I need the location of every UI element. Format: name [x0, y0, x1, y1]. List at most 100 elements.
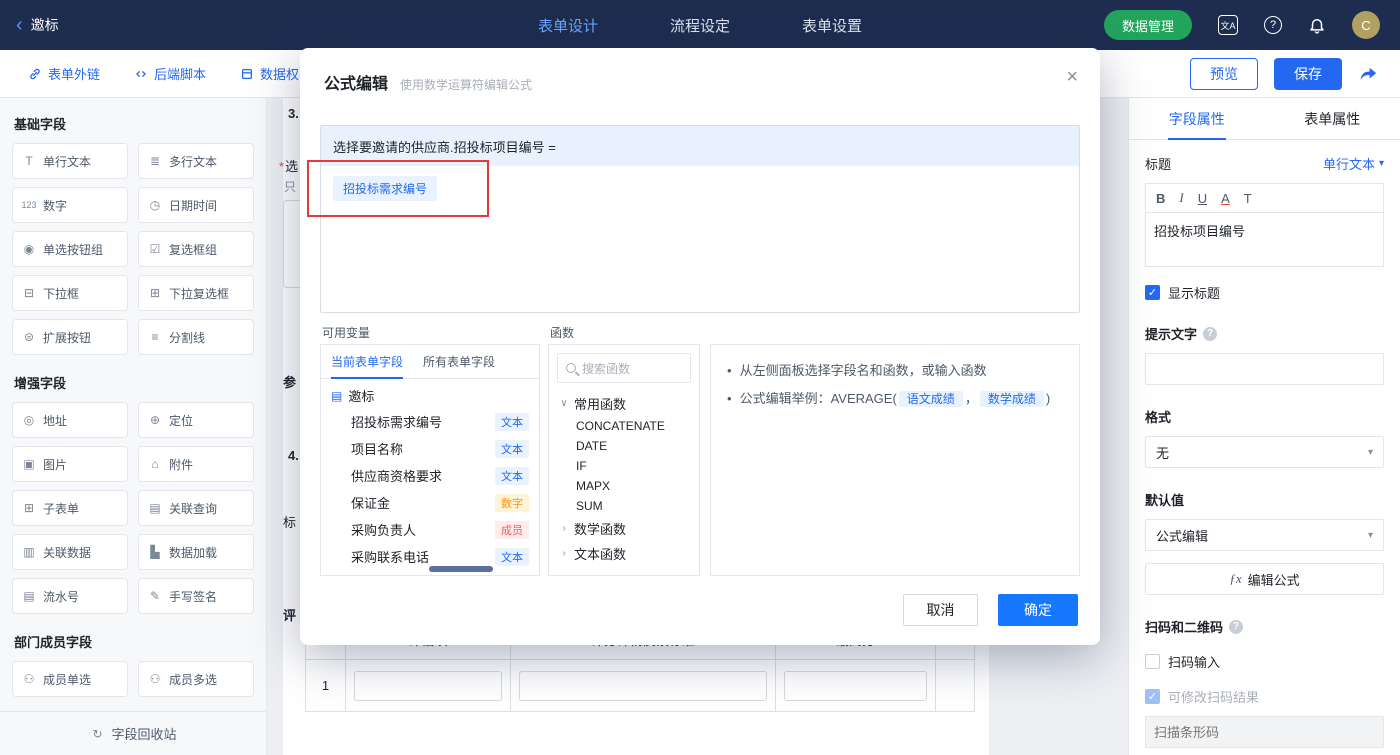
function-search-input[interactable]: 搜索函数 — [557, 353, 691, 383]
field-type-dropdown[interactable]: 单行文本 ▾ — [1323, 154, 1384, 173]
tab-form-design[interactable]: 表单设计 — [538, 15, 598, 36]
font-color-button[interactable]: A — [1221, 191, 1230, 206]
preview-button[interactable]: 预览 — [1190, 57, 1258, 90]
form-name: 邀标 — [30, 17, 59, 33]
field-dropdown-multi[interactable]: ⊞ 下拉复选框 — [138, 275, 254, 311]
scan-barcode-input — [1145, 716, 1384, 748]
field-location[interactable]: ⊕ 定位 — [138, 402, 254, 438]
field-checkbox-group[interactable]: ☑ 复选框组 — [138, 231, 254, 267]
function-group-text[interactable]: › 文本函数 — [549, 541, 699, 566]
canvas-fragment: *选 — [279, 159, 299, 174]
canvas-fragment: 只 — [284, 180, 297, 194]
function-item[interactable]: CONCATENATE — [549, 416, 699, 436]
italic-button[interactable]: I — [1179, 190, 1183, 206]
format-select[interactable]: 无 ▾ — [1145, 436, 1384, 468]
image-icon: ▣ — [23, 457, 35, 471]
data-manage-button[interactable]: 数据管理 — [1103, 10, 1192, 40]
tab-current-form-fields[interactable]: 当前表单字段 — [321, 345, 413, 379]
horizontal-scrollbar[interactable] — [429, 566, 493, 572]
variable-item[interactable]: 保证金 数字 — [321, 489, 539, 516]
field-linked-data[interactable]: ▥ 关联数据 — [12, 534, 128, 570]
field-attachment[interactable]: ⌂ 附件 — [138, 446, 254, 482]
variable-item[interactable]: 供应商资格要求 文本 — [321, 462, 539, 489]
close-icon[interactable]: × — [1066, 66, 1078, 89]
question-icon[interactable]: ? — [1203, 326, 1218, 341]
field-subform[interactable]: ⊞ 子表单 — [12, 490, 128, 526]
avatar[interactable]: C — [1352, 11, 1380, 39]
type-badge: 文本 — [495, 439, 529, 458]
properties-panel: 字段属性 表单属性 标题 单行文本 ▾ B I U A T 招投标项目编号 ✓ … — [1128, 98, 1400, 755]
function-item[interactable]: DATE — [549, 436, 699, 456]
tab-all-form-fields[interactable]: 所有表单字段 — [413, 345, 505, 378]
field-number[interactable]: 123 数字 — [12, 187, 128, 223]
field-datetime[interactable]: ◷ 日期时间 — [138, 187, 254, 223]
function-item[interactable]: SUM — [549, 496, 699, 516]
edit-formula-button[interactable]: ƒx 编辑公式 — [1145, 563, 1384, 595]
field-recycle-bin[interactable]: ↻ 字段回收站 — [0, 711, 266, 755]
backend-script-button[interactable]: 后端脚本 — [134, 64, 206, 83]
variable-item[interactable]: 项目名称 文本 — [321, 435, 539, 462]
function-group-math[interactable]: › 数学函数 — [549, 516, 699, 541]
font-size-button[interactable]: T — [1244, 191, 1252, 206]
variable-item[interactable]: 采购负责人 成员 — [321, 516, 539, 543]
checkbox-checked-icon[interactable]: ✓ — [1145, 285, 1160, 300]
field-data-load[interactable]: ▙ 数据加载 — [138, 534, 254, 570]
field-address[interactable]: ◎ 地址 — [12, 402, 128, 438]
confirm-button[interactable]: 确定 — [998, 594, 1078, 626]
field-radio-group[interactable]: ◉ 单选按钮组 — [12, 231, 128, 267]
tab-flow-settings[interactable]: 流程设定 — [670, 15, 730, 36]
tab-form-properties[interactable]: 表单属性 — [1265, 98, 1400, 139]
external-link-button[interactable]: 表单外链 — [28, 64, 100, 83]
search-icon — [566, 363, 576, 373]
radio-icon: ◉ — [23, 242, 35, 256]
field-multi-line-text[interactable]: ≣ 多行文本 — [138, 143, 254, 179]
tab-form-settings[interactable]: 表单设置 — [802, 15, 862, 36]
field-signature[interactable]: ✎ 手写签名 — [138, 578, 254, 614]
show-title-checkbox[interactable]: ✓ 显示标题 — [1145, 283, 1384, 302]
question-icon[interactable]: ? — [1229, 619, 1244, 634]
share-icon[interactable] — [1358, 65, 1378, 83]
variables-label: 可用变量 — [322, 326, 371, 340]
type-badge: 文本 — [495, 412, 529, 431]
help-icon[interactable]: ? — [1264, 16, 1282, 34]
table-cell-input[interactable] — [784, 670, 927, 701]
function-item[interactable]: MAPX — [549, 476, 699, 496]
formula-variable-chip[interactable]: 招投标需求编号 — [333, 176, 438, 201]
bell-icon[interactable] — [1308, 16, 1326, 34]
table-cell-input[interactable] — [519, 670, 767, 701]
function-item[interactable]: IF — [549, 456, 699, 476]
scan-input-checkbox[interactable]: 扫码输入 — [1145, 652, 1384, 671]
field-linked-query[interactable]: ▤ 关联查询 — [138, 490, 254, 526]
underline-button[interactable]: U — [1198, 191, 1207, 206]
field-member-single[interactable]: ⚇ 成员单选 — [12, 661, 128, 697]
function-group-common[interactable]: ∨ 常用函数 — [549, 391, 699, 416]
recycle-icon: ↻ — [92, 726, 103, 741]
hint-text-input[interactable] — [1145, 353, 1384, 385]
field-title-input[interactable]: 招投标项目编号 — [1145, 213, 1384, 267]
variable-item[interactable]: 招投标需求编号 文本 — [321, 408, 539, 435]
canvas-fragment: 评 — [283, 608, 297, 623]
field-serial-number[interactable]: ▤ 流水号 — [12, 578, 128, 614]
back-nav[interactable]: ‹ 邀标 — [0, 15, 250, 35]
field-image[interactable]: ▣ 图片 — [12, 446, 128, 482]
default-value-select[interactable]: 公式编辑 ▾ — [1145, 519, 1384, 551]
cancel-button[interactable]: 取消 — [903, 594, 978, 626]
formula-input-area[interactable]: 招投标需求编号 — [321, 166, 1079, 211]
language-icon[interactable]: 文A — [1218, 15, 1238, 35]
tab-field-properties[interactable]: 字段属性 — [1129, 98, 1265, 139]
default-value-label: 默认值 — [1145, 493, 1185, 508]
back-icon[interactable]: ‹ — [16, 15, 23, 35]
field-member-multi[interactable]: ⚇ 成员多选 — [138, 661, 254, 697]
save-button[interactable]: 保存 — [1274, 57, 1342, 90]
form-node[interactable]: ▤ 邀标 — [321, 379, 539, 408]
bold-button[interactable]: B — [1156, 191, 1165, 206]
field-extend-button[interactable]: ⊜ 扩展按钮 — [12, 319, 128, 355]
field-dropdown[interactable]: ⊟ 下拉框 — [12, 275, 128, 311]
field-divider[interactable]: ≡ 分割线 — [138, 319, 254, 355]
help-tip: 从左侧面板选择字段名和函数，或输入函数 — [739, 363, 987, 378]
checkbox-unchecked-icon[interactable] — [1145, 654, 1160, 669]
field-single-line-text[interactable]: T 单行文本 — [12, 143, 128, 179]
people-icon: ⚇ — [149, 672, 161, 686]
table-cell-input[interactable] — [354, 670, 502, 701]
checkbox-disabled-checked-icon: ✓ — [1145, 689, 1160, 704]
